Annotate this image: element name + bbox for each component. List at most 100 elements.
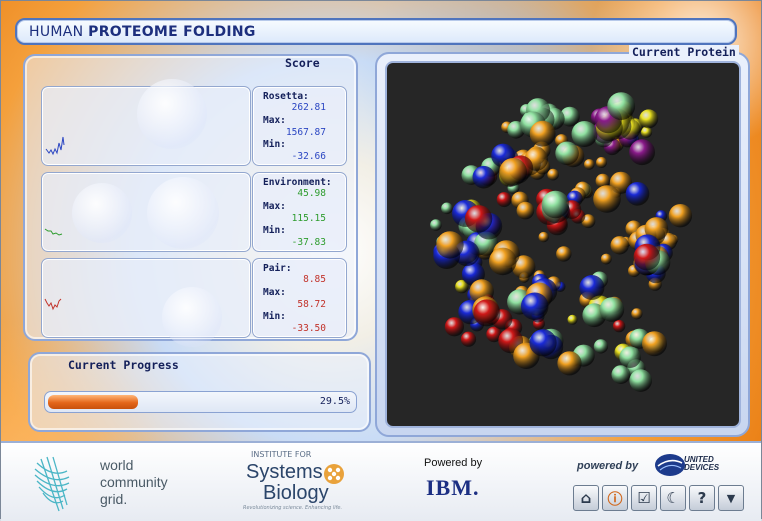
atom-sphere (444, 317, 464, 337)
rosetta-value: 262.81 (291, 102, 326, 113)
atom-sphere (629, 139, 655, 166)
atom-sphere (516, 201, 535, 220)
atom-sphere (571, 121, 598, 147)
environment-max-value: 115.15 (291, 213, 326, 224)
pair-max-value: 58.72 (297, 299, 326, 310)
atom-sphere (489, 247, 517, 276)
menu-dropdown-button[interactable]: ▼ (718, 485, 744, 511)
atom-sphere (473, 299, 501, 327)
atom-sphere (555, 141, 579, 166)
pair-sparkline (44, 298, 62, 311)
atom-sphere (607, 92, 636, 120)
rosetta-label: Rosetta: (263, 91, 309, 102)
isb-line2: Biology (263, 482, 329, 504)
home-button[interactable]: ⌂ (573, 485, 599, 511)
atom-sphere (611, 365, 631, 384)
isb-tagline: Revolutionizing science. Enhancing life. (243, 505, 343, 511)
checkmark-icon: ☑ (637, 489, 651, 507)
atom-sphere (556, 246, 572, 262)
app-title: HUMAN PROTEOME FOLDING (29, 24, 256, 40)
rosetta-max-value: 1567.87 (285, 127, 326, 138)
home-icon: ⌂ (580, 489, 592, 507)
atom-sphere (541, 190, 570, 219)
progress-panel: Current Progress 29.5% (28, 352, 371, 432)
pair-graph (41, 258, 251, 347)
moon-icon: ☾ (666, 489, 680, 507)
info-button[interactable]: ⓘ (602, 485, 628, 511)
atom-sphere (529, 329, 557, 357)
environment-value: 45.98 (297, 188, 326, 199)
environment-min-value: -37.83 (291, 237, 326, 248)
atom-sphere (612, 319, 626, 333)
atom-sphere (625, 182, 650, 206)
title-prefix: HUMAN (29, 24, 89, 40)
rosetta-max-label: Max: (263, 115, 286, 126)
pair-min-value: -33.50 (291, 323, 326, 334)
toolbar: ⌂ ⓘ ☑ ☾ ? ▼ (573, 485, 744, 513)
score-panel: Score Rosetta: 262.81 Max: 1567.87 Min: … (23, 54, 358, 347)
atom-sphere (599, 297, 625, 322)
help-icon: ? (697, 489, 707, 507)
atom-sphere (538, 231, 549, 243)
atom-sphere (629, 369, 652, 392)
atom-sphere (600, 253, 612, 265)
pair-value: 8.85 (303, 274, 326, 285)
atom-sphere (596, 157, 607, 168)
atom-sphere (557, 351, 582, 376)
institute-for-systems-biology-logo[interactable]: INSTITUTE FOR Systems Biology Revolution… (239, 449, 359, 515)
atom-sphere (668, 204, 693, 228)
environment-label: Environment: (263, 177, 332, 188)
isb-small-text: INSTITUTE FOR (251, 450, 312, 459)
atom-sphere (619, 346, 641, 369)
footer: world community grid. INSTITUTE FOR Syst… (1, 441, 761, 521)
wcg-wordmark: world community grid. (100, 457, 168, 507)
ibm-powered-by: Powered by (424, 457, 483, 469)
atom-sphere (472, 165, 496, 189)
world-community-grid-logo[interactable]: world community grid. (33, 451, 173, 513)
protein-title: Current Protein (629, 45, 739, 59)
atom-sphere (529, 120, 556, 147)
isb-line1: Systems (246, 461, 323, 483)
screensaver-window: HUMAN PROTEOME FOLDING Score Rosetta: 26… (0, 0, 762, 521)
atom-sphere (499, 158, 527, 186)
progress-track: 29.5% (44, 391, 357, 413)
rosetta-min-label: Min: (263, 139, 286, 150)
atom-sphere (464, 205, 493, 233)
atom-sphere (610, 236, 629, 255)
dropdown-arrow-icon: ▼ (726, 491, 736, 505)
atom-sphere (593, 185, 621, 213)
pair-min-label: Min: (263, 311, 286, 322)
ud-powered-by: powered by (577, 460, 639, 472)
checkmark-button[interactable]: ☑ (631, 485, 657, 511)
sleep-button[interactable]: ☾ (660, 485, 686, 511)
atom-sphere (631, 308, 643, 320)
atom-sphere (520, 292, 549, 321)
pair-stats: Pair: 8.85 Max: 58.72 Min: -33.50 (252, 258, 347, 338)
title-bold: PROTEOME FOLDING (88, 24, 256, 40)
atom-sphere (633, 243, 661, 271)
united-devices-logo[interactable]: powered by UNITED DEVICES (566, 447, 751, 483)
atom-sphere (567, 314, 578, 325)
isb-flower-icon (324, 464, 344, 484)
title-bar: HUMAN PROTEOME FOLDING (15, 18, 737, 45)
environment-stats: Environment: 45.98 Max: 115.15 Min: -37.… (252, 172, 347, 252)
atom-sphere (639, 109, 659, 129)
atom-sphere (584, 159, 595, 170)
help-button[interactable]: ? (689, 485, 715, 511)
atom-sphere (496, 192, 512, 208)
atom-sphere (430, 219, 442, 231)
ibm-logo[interactable]: Powered by IBM. (416, 451, 516, 511)
rosetta-stats: Rosetta: 262.81 Max: 1567.87 Min: -32.66 (252, 86, 347, 166)
progress-fill (48, 395, 138, 409)
protein-viewport[interactable] (385, 61, 741, 428)
progress-title: Current Progress (68, 358, 179, 372)
environment-min-label: Min: (263, 225, 286, 236)
rosetta-sparkline (45, 136, 65, 156)
atom-sphere (460, 331, 477, 347)
atom-sphere (441, 202, 453, 215)
protein-molecule[interactable] (387, 63, 739, 426)
rosetta-graph (41, 79, 251, 166)
united-devices-globe-icon (655, 454, 685, 476)
atom-sphere (579, 275, 605, 300)
progress-percent: 29.5% (319, 396, 350, 407)
